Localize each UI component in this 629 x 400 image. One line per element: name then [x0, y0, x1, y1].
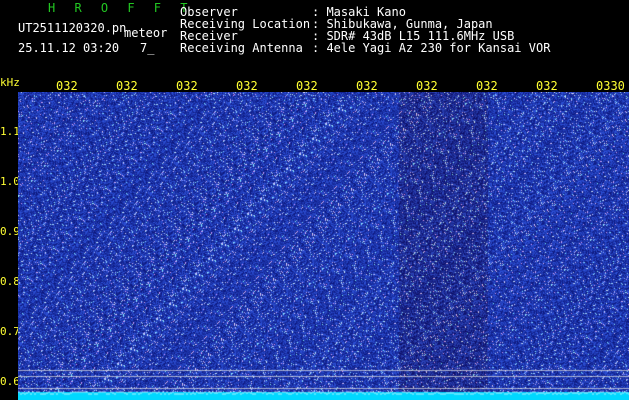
time-label: 032: [296, 79, 318, 93]
time-label: 032: [116, 79, 138, 93]
unit-label: kHz: [0, 76, 20, 89]
count: 7_: [140, 41, 155, 55]
datetime: 25.11.12 03:20: [18, 41, 120, 55]
file-name: UT2511120320.pn: [18, 21, 127, 35]
time-label: 032: [236, 79, 258, 93]
time-label: 032: [536, 79, 558, 93]
time-label: 032: [356, 79, 378, 93]
time-label: 032: [416, 79, 438, 93]
freq-label: 0.7: [0, 325, 20, 338]
time-label: 032: [476, 79, 498, 93]
type-label: meteor: [124, 26, 168, 40]
freq-label: 0.8: [0, 275, 20, 288]
time-label: 032: [176, 79, 198, 93]
time-label: 0330: [596, 79, 625, 93]
time-label: 032: [56, 79, 78, 93]
field-antenna-label: Receiving Antenna: [180, 41, 303, 55]
freq-label: 1.1: [0, 125, 20, 138]
spectrogram: [18, 92, 629, 400]
freq-label: 0.9: [0, 225, 20, 238]
freq-label: 1.0: [0, 175, 20, 188]
field-antenna-value: : 4ele Yagi Az 230 for Kansai VOR: [312, 41, 551, 55]
header-title: H R O F F T: [48, 1, 194, 15]
freq-label: 0.6: [0, 375, 20, 388]
header-panel: H R O F F T UT2511120320.pn meteor 25.11…: [0, 0, 629, 78]
